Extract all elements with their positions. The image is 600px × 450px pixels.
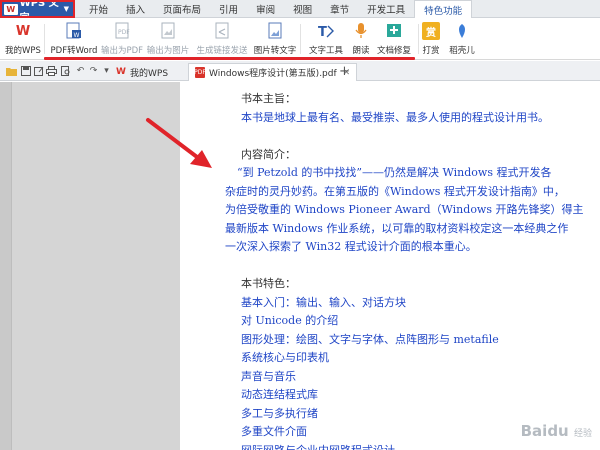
document-line: 网际网路与企业内网路程式设计 [241, 443, 395, 450]
link-icon [213, 22, 231, 40]
document-line: 最新版本 Windows 作业系统，以可靠的取材资料校定这一本经典之作 [225, 221, 569, 235]
tab-document[interactable]: PDF Windows程序设计(第五版).pdf ✕ [188, 63, 358, 81]
tab-developer[interactable]: 开发工具 [358, 0, 414, 18]
document-line: 对 Unicode 的介绍 [241, 314, 339, 327]
image-to-text-button[interactable]: 图片转文字 [254, 20, 296, 58]
document-line: “到 Petzold 的书中找找”——仍然是解决 Windows 程式开发各 [237, 166, 552, 179]
tab-my-wps-label: 我的WPS [130, 68, 169, 79]
watermark: Baidu 经验 [521, 422, 592, 440]
tab-page-layout[interactable]: 页面布局 [154, 0, 210, 18]
pdf-to-word-icon: W [65, 22, 83, 40]
text-tools-icon: T [317, 22, 335, 40]
tab-review[interactable]: 审阅 [247, 0, 284, 18]
text-tools-label: 文字工具 [308, 46, 343, 56]
document-line: 一次深入探索了 Win32 程式设计介面的根本重心。 [225, 240, 477, 253]
gen-link-label: 生成链接发送 [196, 46, 248, 56]
daoke-icon [453, 22, 471, 40]
tab-view[interactable]: 视图 [284, 0, 321, 18]
pdf-to-word-button[interactable]: W PDF转Word [50, 20, 98, 58]
document-line: 本书是地球上最有名、最受推崇、最多人使用的程式设计用书。 [241, 110, 549, 124]
document-line: 动态连结程式库 [241, 388, 318, 401]
reward-icon: 赏 [422, 22, 440, 40]
wps-logo-icon: W [15, 23, 31, 39]
repair-button[interactable]: 文档修复 [374, 20, 414, 58]
reward-button[interactable]: 赏 打赏 [420, 20, 442, 58]
menu-tabs: 开始 插入 页面布局 引用 审阅 视图 章节 开发工具 特色功能 [80, 0, 473, 19]
ribbon-separator [300, 24, 301, 54]
my-wps-button[interactable]: W 我的WPS [4, 20, 42, 58]
tab-document-label: Windows程序设计(第五版).pdf [209, 69, 337, 79]
read-aloud-label: 朗读 [352, 46, 370, 56]
quick-access-bar: ↶ ↷ ▾ W 我的WPS PDF Windows程序设计(第五版).pdf ✕… [0, 61, 600, 81]
export-image-icon [159, 22, 177, 40]
daoke-button[interactable]: 稻壳儿 [446, 20, 478, 58]
save-icon[interactable] [20, 65, 31, 76]
microphone-icon [352, 22, 370, 40]
highlight-box-app [0, 0, 75, 18]
svg-text:T: T [318, 25, 327, 40]
export-pdf-icon: PDF [113, 22, 131, 40]
tab-chapter[interactable]: 章节 [321, 0, 358, 18]
ribbon-separator [418, 24, 419, 54]
ribbon: W 我的WPS W PDF转Word PDF 输出为PDF 输出为图片 生成链接… [0, 18, 600, 60]
section-heading: 本书特色： [241, 277, 296, 290]
read-aloud-button[interactable]: 朗读 [350, 20, 372, 58]
image-to-text-label: 图片转文字 [253, 46, 297, 56]
export-image-button[interactable]: 输出为图片 [146, 20, 190, 58]
section-heading: 内容简介： [241, 147, 296, 161]
document-line: 杂症时的灵丹妙药。在第五版的《Windows 程式开发设计指南》中， [225, 184, 565, 198]
document-line: 声音与音乐 [241, 369, 296, 383]
export-pdf-label: 输出为PDF [100, 46, 144, 56]
print-preview-icon[interactable] [60, 65, 71, 76]
export-image-label: 输出为图片 [146, 46, 190, 56]
svg-text:PDF: PDF [118, 29, 130, 36]
wps-logo-icon: W [116, 67, 126, 77]
text-tools-button[interactable]: T 文字工具 [304, 20, 348, 58]
document-line: 为倍受敬重的 Windows Pioneer Award（Windows 开路先… [225, 203, 584, 216]
navigation-strip[interactable] [0, 82, 12, 450]
tab-special-features[interactable]: 特色功能 [414, 0, 473, 19]
my-wps-label: 我的WPS [5, 46, 41, 56]
highlight-underline [44, 57, 415, 60]
document-line: 图形处理：绘图、文字与字体、点阵图形与 metafile [241, 332, 499, 346]
export-pdf-button[interactable]: PDF 输出为PDF [100, 20, 144, 58]
tab-home[interactable]: 开始 [80, 0, 117, 18]
open-folder-icon[interactable] [6, 65, 17, 76]
image-to-text-icon [266, 22, 284, 40]
pdf-to-word-label: PDF转Word [50, 46, 98, 56]
watermark-brand: Baidu [520, 422, 569, 440]
tab-insert[interactable]: 插入 [117, 0, 154, 18]
daoke-label: 稻壳儿 [449, 46, 475, 56]
undo-icon[interactable]: ↶ [75, 65, 86, 76]
document-line: 多重文件介面 [241, 425, 307, 438]
repair-label: 文档修复 [376, 46, 411, 56]
repair-icon [385, 22, 403, 40]
tab-references[interactable]: 引用 [210, 0, 247, 18]
new-tab-button[interactable]: + [339, 64, 350, 79]
document-line: 基本入门：输出、输入、对话方块 [241, 295, 406, 309]
left-gray-pane [0, 82, 180, 450]
menu-bar: W WPS 文字 ▼ 开始 插入 页面布局 引用 审阅 视图 章节 开发工具 特… [0, 0, 600, 24]
watermark-sub: 经验 [573, 429, 592, 439]
document-page[interactable]: 书本主旨： 本书是地球上最有名、最受推崇、最多人使用的程式设计用书。 内容简介： “到… [181, 82, 600, 450]
redo-icon[interactable]: ↷ [88, 65, 99, 76]
print-icon[interactable] [46, 65, 57, 76]
svg-text:W: W [74, 32, 80, 39]
tab-my-wps[interactable]: W 我的WPS [110, 63, 174, 81]
ribbon-separator [44, 24, 45, 54]
export-icon[interactable] [33, 65, 44, 76]
pdf-file-icon: PDF [194, 67, 206, 78]
document-line: 多工与多执行绪 [241, 406, 318, 420]
reward-label: 打赏 [422, 46, 440, 56]
gen-link-button[interactable]: 生成链接发送 [193, 20, 251, 58]
section-heading: 书本主旨： [241, 92, 296, 105]
document-line: 系统核心与印表机 [241, 351, 329, 364]
